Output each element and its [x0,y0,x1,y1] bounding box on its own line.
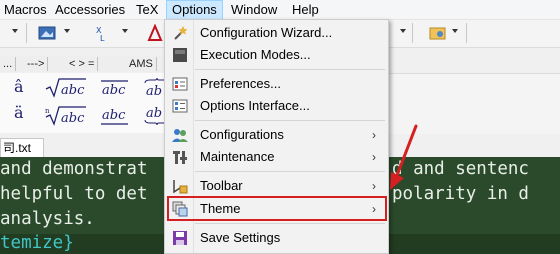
editor-line: helpful to det [0,184,148,204]
svg-text:abc: abc [61,83,85,98]
configurations-icon [172,129,188,142]
dropdown-arrow-icon[interactable] [452,29,458,33]
menu-item-execution-modes[interactable]: Execution Modes... [165,44,388,66]
symbol-a-umlaut-icon[interactable]: ä [14,103,24,122]
menu-accessories[interactable]: Accessories [55,0,125,19]
submenu-arrow-icon: › [372,128,376,142]
menu-macros[interactable]: Macros [4,0,47,19]
menu-separator [195,120,385,121]
menu-item-preferences[interactable]: Preferences... [165,73,388,95]
editor-line-current: temize} [0,233,74,253]
wand-icon [174,26,188,40]
svg-text:ab: ab [146,84,162,99]
latex-icon[interactable]: X L [94,24,112,42]
menu-separator [195,171,385,172]
editor-line: analysis. [0,209,95,229]
image-icon[interactable] [38,24,56,42]
math-tab-relations[interactable]: < > = [66,57,99,71]
toolbar-separator [412,23,413,43]
menu-item-toolbar[interactable]: Toolbar › [165,175,388,197]
menu-item-configurations[interactable]: Configurations › [165,124,388,146]
underline-icon[interactable]: abc [100,105,130,127]
menu-options[interactable]: Options [166,0,223,20]
editor-line: and demonstrat [0,159,148,179]
execution-modes-icon [173,48,187,62]
menu-item-save-settings[interactable]: Save Settings [165,227,388,249]
math-tab-arrows[interactable]: ---> [24,57,49,71]
dropdown-arrow-icon[interactable] [12,29,18,33]
menubar: Macros Accessories TeX Options Window He… [0,0,560,20]
toolbar-separator [26,23,27,43]
maintenance-icon [173,151,187,164]
svg-text:ab: ab [146,106,162,121]
toolbar-separator [466,23,467,43]
file-tab-label: 司.txt [3,141,32,155]
save-icon [173,231,187,245]
theme-highlight-box [167,196,387,221]
svg-text:abc: abc [102,108,126,123]
menu-item-configuration-wizard[interactable]: Configuration Wizard... [165,22,388,44]
menu-item-maintenance[interactable]: Maintenance › [165,146,388,168]
sqrt-icon[interactable]: abc [44,77,88,99]
svg-text:n: n [45,107,50,115]
menu-help[interactable]: Help [292,0,319,19]
symbol-panel: â ä abc n abc abc abc ab ab [0,73,170,133]
svg-text:abc: abc [61,111,85,126]
submenu-arrow-icon: › [372,150,376,164]
preferences-icon [172,77,188,91]
nth-root-icon[interactable]: n abc [44,105,88,127]
overline-icon[interactable]: abc [100,77,130,99]
folder-image-icon[interactable] [428,24,448,42]
options-interface-icon [172,99,188,113]
menu-separator [195,69,385,70]
annotation-arrow-icon [390,124,418,190]
menu-tex[interactable]: TeX [136,0,158,19]
dropdown-arrow-icon[interactable] [122,29,128,33]
dropdown-arrow-icon[interactable] [64,29,70,33]
symbol-a-hat-icon[interactable]: â [14,77,24,96]
svg-text:L: L [100,34,105,42]
file-tab[interactable]: 司.txt [0,138,44,157]
svg-text:abc: abc [102,83,126,98]
menu-separator [195,223,385,224]
menu-window[interactable]: Window [231,0,277,19]
toolbar-icon [173,180,188,194]
math-tab-dots[interactable]: ... [0,57,17,71]
submenu-arrow-icon: › [372,179,376,193]
menu-item-options-interface[interactable]: Options Interface... [165,95,388,117]
pdf-icon[interactable] [147,24,163,42]
math-tab-ams[interactable]: AMS [126,57,157,71]
dropdown-arrow-icon[interactable] [400,29,406,33]
